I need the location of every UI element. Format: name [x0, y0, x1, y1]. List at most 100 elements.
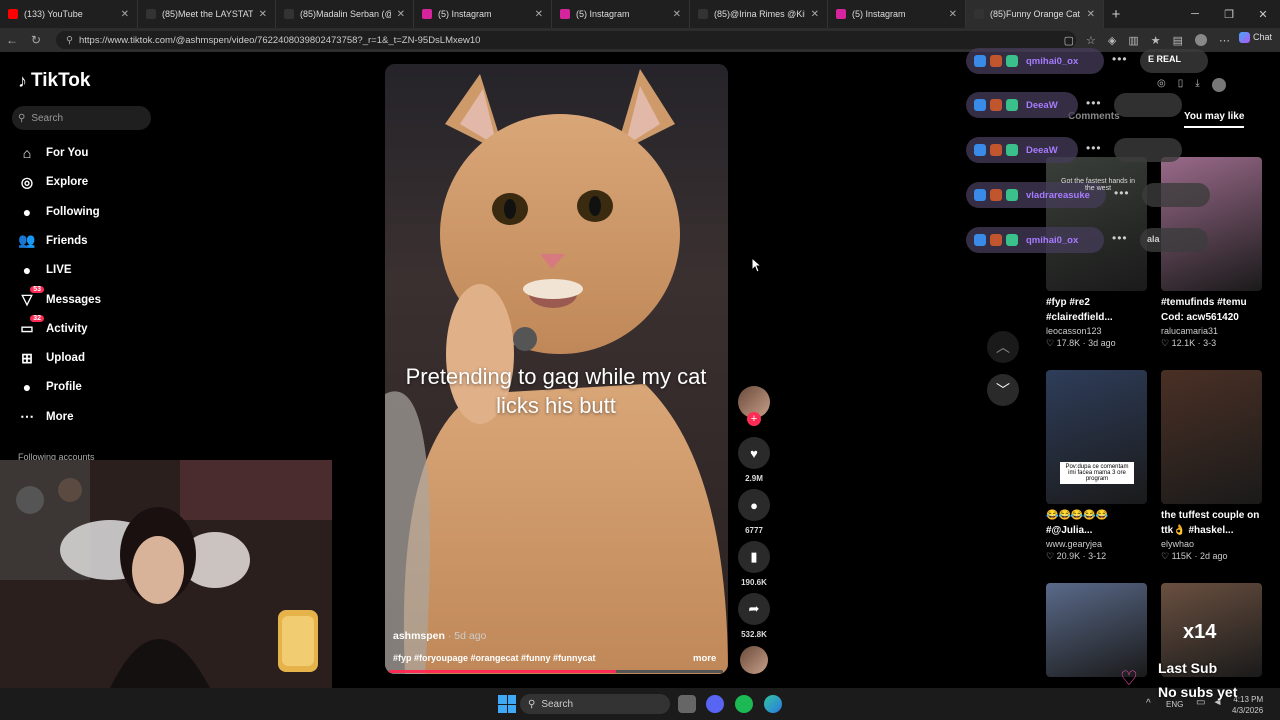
chat-message-pill: qmihai0_ox: [966, 227, 1104, 253]
url-field[interactable]: ⚲ https://www.tiktok.com/@ashmspen/video…: [56, 31, 1076, 49]
follow-plus-icon[interactable]: +: [747, 412, 761, 426]
sidebar-item-live[interactable]: ● LIVE: [18, 258, 72, 282]
author-name[interactable]: ashmspen: [393, 630, 445, 642]
sidebar-item-following[interactable]: ● Following: [18, 200, 100, 224]
like-button[interactable]: ♥: [738, 437, 770, 469]
tab-close-icon[interactable]: ✕: [397, 9, 405, 20]
sidebar-item-friends[interactable]: 👥 Friends: [18, 229, 87, 253]
chat-badge-icon: [1006, 55, 1018, 67]
tab-title: (5) Instagram: [438, 9, 492, 19]
sidebar-item-explore[interactable]: ◎ Explore: [18, 170, 88, 194]
card-title[interactable]: 😂😂😂😂😂 #@Julia...: [1046, 508, 1147, 538]
browser-tab[interactable]: (5) Instagram ✕: [828, 0, 966, 28]
browser-tab[interactable]: (85)Funny Orange Cat G ✕: [966, 0, 1104, 28]
video-caption-overlay: Pretending to gag while my cat licks his…: [405, 364, 707, 418]
save-button[interactable]: ▮: [738, 541, 770, 573]
more-button[interactable]: more: [693, 653, 716, 664]
browser-tab[interactable]: (5) Instagram ✕: [414, 0, 552, 28]
browser-tab[interactable]: (85)Meet the LAYSTATION. T ✕: [138, 0, 276, 28]
copilot-chat-button[interactable]: Chat: [1238, 32, 1272, 44]
tab-close-icon[interactable]: ✕: [949, 9, 957, 20]
tab-you-may-like[interactable]: You may like: [1184, 111, 1244, 122]
reader-icon[interactable]: ▢: [1064, 34, 1074, 47]
discord-icon[interactable]: [706, 695, 724, 713]
notification-badge: 32: [30, 314, 44, 322]
tab-close-icon[interactable]: ✕: [535, 9, 543, 20]
comment-icon: ●: [750, 497, 758, 513]
browser-tab[interactable]: (5) Instagram ✕: [552, 0, 690, 28]
back-icon[interactable]: ←: [0, 33, 24, 47]
compass-small-icon[interactable]: ◎: [1157, 78, 1166, 92]
favorites-icon[interactable]: ★: [1151, 34, 1161, 47]
profile-small-avatar[interactable]: [1211, 78, 1226, 92]
tab-close-icon[interactable]: ✕: [1087, 9, 1095, 20]
card-author[interactable]: ralucamaria31: [1161, 326, 1262, 336]
sidebar-item-more[interactable]: ⋯ More: [18, 405, 73, 429]
favorite-star-icon[interactable]: ☆: [1086, 34, 1096, 47]
recommended-video-card[interactable]: [1046, 583, 1147, 677]
extensions-icon[interactable]: ◈: [1108, 34, 1116, 47]
card-title[interactable]: #temufinds #temu Cod: acw561420: [1161, 295, 1262, 325]
tab-close-icon[interactable]: ✕: [259, 9, 267, 20]
video-hashtags[interactable]: #fyp #foryoupage #orangecat #funny #funn…: [393, 653, 596, 663]
tab-close-icon[interactable]: ✕: [673, 9, 681, 20]
comment-button[interactable]: ●: [738, 489, 770, 521]
card-author[interactable]: elywhao: [1161, 539, 1262, 549]
video-progress-bar[interactable]: [389, 670, 723, 673]
share-button[interactable]: ➦: [738, 593, 770, 625]
video-thumbnail[interactable]: [1046, 583, 1147, 677]
restore-icon[interactable]: ❐: [1212, 8, 1246, 21]
phone-icon[interactable]: ▯: [1178, 78, 1184, 92]
close-window-icon[interactable]: ✕: [1246, 8, 1280, 21]
site-info-icon[interactable]: ⚲: [66, 35, 73, 46]
sidebar-item-upload[interactable]: ⊞ Upload: [18, 346, 85, 370]
browser-tab[interactable]: (85)@Irina Rimes @Killa Fo ✕: [690, 0, 828, 28]
sidebar-item-label: Activity: [46, 322, 88, 335]
sound-disc-avatar[interactable]: [740, 646, 768, 674]
sidebar-item-activity[interactable]: ▭ 32 Activity: [18, 314, 88, 341]
video-thumbnail[interactable]: Pov:dupa ce comentam imi facea mama 3 or…: [1046, 370, 1147, 504]
settings-menu-icon[interactable]: ⋯: [1219, 34, 1230, 47]
collections-icon[interactable]: ▤: [1173, 34, 1183, 47]
search-input[interactable]: ⚲ Search: [12, 106, 151, 130]
chat-badge-icon: [990, 189, 1002, 201]
taskbar-search[interactable]: ⚲ Search: [520, 694, 670, 714]
card-author[interactable]: www.gearyjea: [1046, 539, 1147, 549]
chat-label: Chat: [1252, 32, 1272, 42]
new-tab-button[interactable]: +: [1104, 6, 1128, 23]
previous-video-button[interactable]: ︿: [987, 331, 1019, 363]
sidebar-item-for-you[interactable]: ⌂ For You: [18, 141, 89, 165]
chat-fastest-text: Got the fastest hands in the west: [1061, 178, 1135, 192]
tab-close-icon[interactable]: ✕: [811, 9, 819, 20]
edge-icon[interactable]: [764, 695, 782, 713]
tiktok-logo[interactable]: ♪ TikTok: [18, 70, 90, 92]
chat-badge-icon: [1006, 234, 1018, 246]
tab-comments[interactable]: Comments: [1068, 111, 1120, 122]
language-indicator[interactable]: ENG: [1166, 700, 1183, 709]
card-title[interactable]: #fyp #re2 #clairedfield...: [1046, 295, 1147, 325]
save-count: 190.6K: [741, 578, 767, 587]
download-icon[interactable]: ⤓: [1195, 78, 1199, 92]
tab-close-icon[interactable]: ✕: [121, 9, 129, 20]
video-thumbnail[interactable]: [1161, 370, 1262, 504]
profile-avatar-icon[interactable]: [1195, 34, 1207, 46]
split-screen-icon[interactable]: ▥: [1128, 34, 1138, 47]
recommended-video-card[interactable]: the tuffest couple on ttk👌 #haskel... ely…: [1161, 370, 1262, 562]
chat-mini-window: [1114, 93, 1182, 117]
minimize-icon[interactable]: ─: [1178, 8, 1212, 20]
card-title[interactable]: the tuffest couple on ttk👌 #haskel...: [1161, 508, 1262, 538]
tray-chevron-icon[interactable]: ^: [1146, 698, 1151, 709]
browser-tab[interactable]: (85)Madalin Serban (@mad ✕: [276, 0, 414, 28]
sidebar-item-profile[interactable]: ● Profile: [18, 375, 82, 399]
next-video-button[interactable]: ﹀: [987, 374, 1019, 406]
reload-icon[interactable]: ↻: [24, 33, 48, 47]
task-view-icon[interactable]: [678, 695, 696, 713]
tab-favicon-icon: [146, 9, 156, 19]
card-author[interactable]: leocasson123: [1046, 326, 1147, 336]
recommended-video-card[interactable]: Pov:dupa ce comentam imi facea mama 3 or…: [1046, 370, 1147, 562]
sidebar-item-messages[interactable]: ▽ 53 Messages: [18, 285, 101, 312]
windows-start-icon[interactable]: [498, 695, 516, 713]
browser-tab[interactable]: (133) YouTube ✕: [0, 0, 138, 28]
video-thumbnail[interactable]: [1161, 157, 1262, 291]
spotify-icon[interactable]: [735, 695, 753, 713]
